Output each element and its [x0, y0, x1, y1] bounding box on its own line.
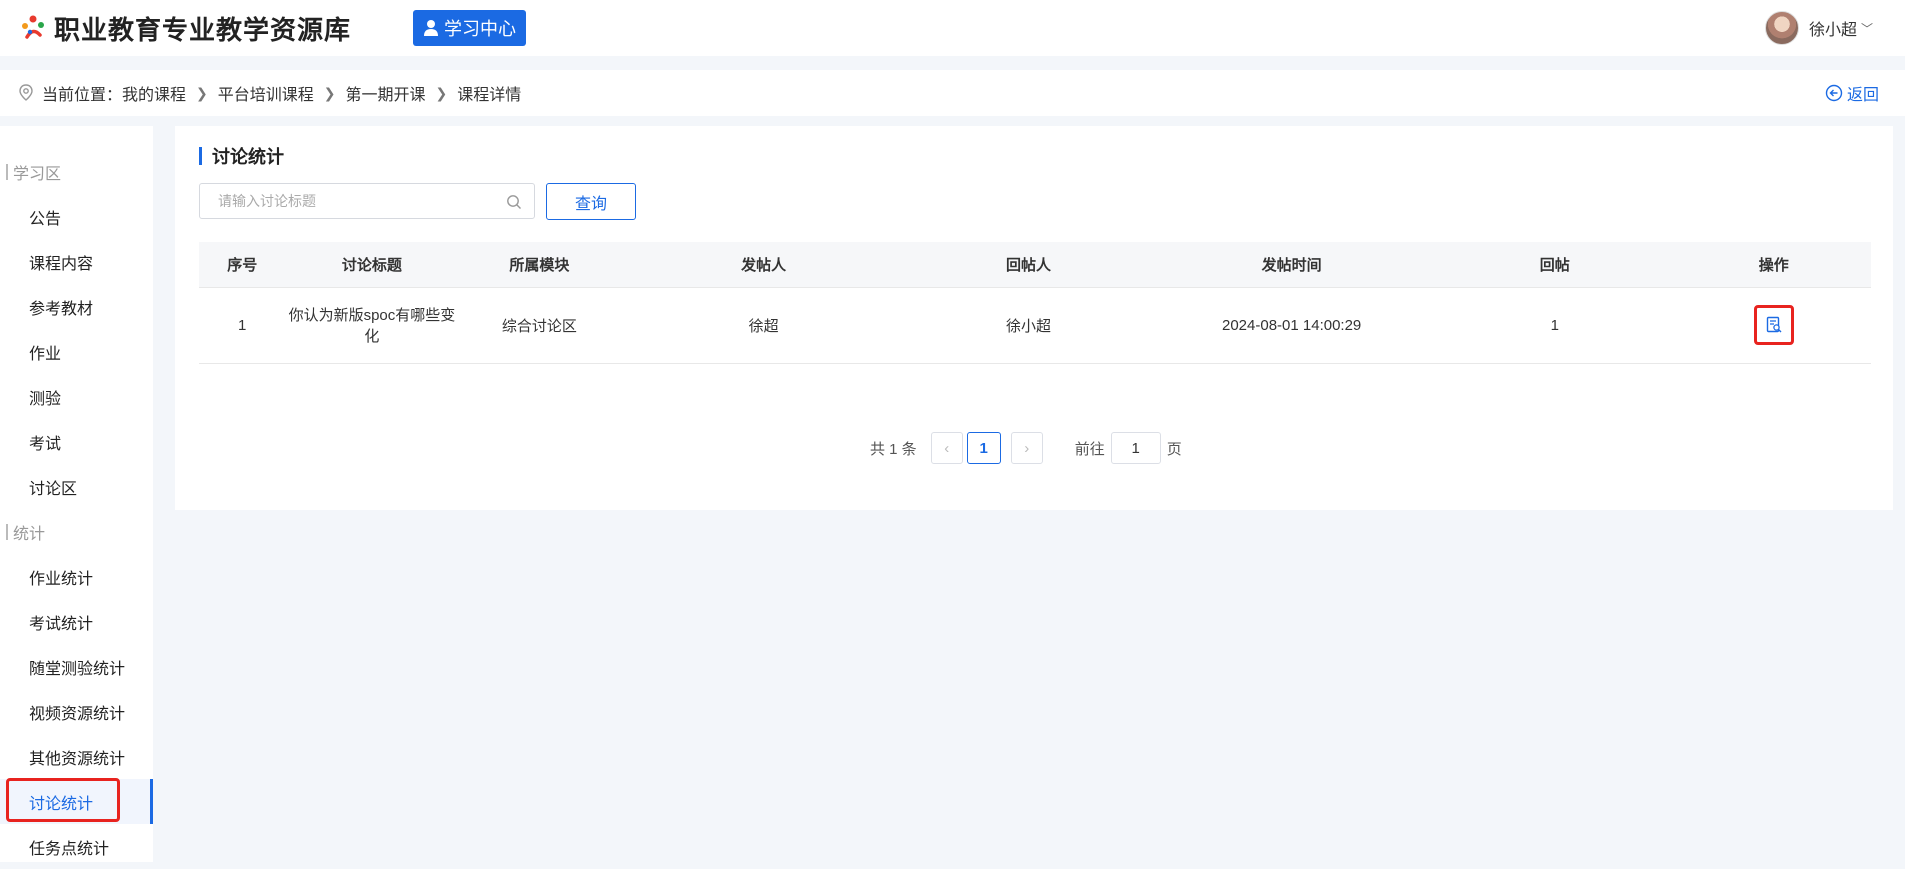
table-header-row: 序号 讨论标题 所属模块 发帖人 回帖人 发帖时间 回帖 操作 [199, 242, 1871, 288]
sidebar-item-discussion[interactable]: 讨论区 [0, 464, 153, 509]
sidebar-group-label: 学习区 [13, 165, 62, 183]
learning-center-button[interactable]: 学习中心 [413, 10, 527, 46]
view-detail-button[interactable] [1753, 305, 1794, 345]
sidebar-item-task-point-stats[interactable]: 任务点统计 [0, 824, 153, 869]
next-page-button[interactable]: › [1010, 432, 1043, 464]
cell-post-time: 2024-08-01 14:00:29 [1150, 287, 1434, 364]
goto-page-input[interactable] [1110, 432, 1161, 464]
sidebar-item-video-resource-stats[interactable]: 视频资源统计 [0, 689, 153, 734]
sidebar-item-announcement[interactable]: 公告 [0, 194, 153, 239]
col-header-replier: 回帖人 [906, 242, 1151, 288]
logo-icon [22, 15, 44, 39]
site-logo[interactable]: 职业教育专业教学资源库 [18, 10, 351, 47]
breadcrumb: 当前位置： 我的课程 ❯ 平台培训课程 ❯ 第一期开课 ❯ 课程详情 返回 [0, 70, 1905, 116]
cell-poster: 徐超 [620, 287, 907, 364]
sidebar-item-inclass-quiz-stats[interactable]: 随堂测验统计 [0, 644, 153, 689]
sidebar-item-other-resource-stats[interactable]: 其他资源统计 [0, 734, 153, 779]
pagination: 共 1 条 ‹ 1 › 前往 页 [870, 432, 1182, 464]
goto-label: 前往 [1074, 440, 1105, 458]
cell-module: 综合讨论区 [458, 287, 621, 364]
sidebar-item-exam-stats[interactable]: 考试统计 [0, 599, 153, 644]
sidebar: 学习区 公告 课程内容 参考教材 作业 测验 考试 讨论区 统计 作业统计 考试… [0, 126, 153, 862]
col-header-actions: 操作 [1676, 242, 1871, 288]
breadcrumb-prefix: 当前位置： [42, 87, 123, 104]
view-detail-icon [1766, 316, 1782, 333]
col-header-poster: 发帖人 [620, 242, 907, 288]
page-number-current[interactable]: 1 [966, 432, 1001, 464]
cell-replier: 徐小超 [906, 287, 1151, 364]
sidebar-item-quiz[interactable]: 测验 [0, 374, 153, 419]
col-header-replies: 回帖 [1433, 242, 1677, 288]
chevron-left-icon: ‹ [944, 439, 950, 457]
site-title: 职业教育专业教学资源库 [54, 14, 352, 45]
breadcrumb-item-my-courses[interactable]: 我的课程 [122, 81, 186, 105]
sidebar-item-exam[interactable]: 考试 [0, 419, 153, 464]
prev-page-button[interactable]: ‹ [930, 432, 963, 464]
sidebar-group-label: 统计 [13, 525, 46, 543]
cell-actions [1676, 287, 1871, 364]
sidebar-group-stats: 统计 [0, 509, 153, 554]
col-header-module: 所属模块 [458, 242, 621, 288]
col-header-index: 序号 [199, 242, 286, 288]
chevron-right-icon: ❯ [323, 84, 336, 101]
sidebar-item-course-content[interactable]: 课程内容 [0, 239, 153, 284]
cell-title: 你认为新版spoc有哪些变化 [285, 287, 459, 364]
user-icon [424, 20, 439, 36]
chevron-right-icon: › [1024, 439, 1030, 457]
breadcrumb-item-first-session[interactable]: 第一期开课 [346, 81, 426, 105]
query-button[interactable]: 查询 [546, 183, 636, 220]
search-icon[interactable] [506, 194, 522, 210]
location-icon [19, 84, 33, 101]
col-header-title: 讨论标题 [285, 242, 459, 288]
page-suffix: 页 [1166, 440, 1182, 458]
sidebar-group-study: 学习区 [0, 149, 153, 194]
sidebar-item-reference-material[interactable]: 参考教材 [0, 284, 153, 329]
chevron-right-icon: ❯ [196, 84, 208, 101]
chevron-down-icon: ﹀ [1861, 21, 1874, 36]
page-title-text: 讨论统计 [212, 147, 284, 167]
breadcrumb-item-course-detail: 课程详情 [457, 87, 522, 104]
back-arrow-icon [1825, 84, 1843, 102]
top-header: 职业教育专业教学资源库 学习中心 徐小超 ﹀ [0, 0, 1905, 56]
user-name: 徐小超 [1809, 22, 1858, 39]
chevron-right-icon: ❯ [435, 84, 448, 101]
sidebar-item-homework[interactable]: 作业 [0, 329, 153, 374]
user-menu[interactable]: 徐小超 ﹀ [1765, 0, 1905, 56]
cell-index: 1 [199, 287, 286, 364]
learning-center-label: 学习中心 [444, 19, 517, 39]
avatar[interactable] [1765, 11, 1799, 45]
search-box[interactable] [199, 183, 535, 219]
discussion-table: 序号 讨论标题 所属模块 发帖人 回帖人 发帖时间 回帖 操作 1 你认为新版s… [199, 242, 1871, 364]
page-title: 讨论统计 [199, 146, 284, 167]
pagination-total: 共 1 条 [870, 440, 917, 458]
cell-replies: 1 [1433, 287, 1677, 364]
table-row: 1 你认为新版spoc有哪些变化 综合讨论区 徐超 徐小超 2024-08-01… [199, 287, 1871, 364]
sidebar-item-homework-stats[interactable]: 作业统计 [0, 554, 153, 599]
col-header-post-time: 发帖时间 [1150, 242, 1434, 288]
back-button[interactable]: 返回 [1825, 70, 1879, 116]
breadcrumb-item-platform-course[interactable]: 平台培训课程 [218, 81, 314, 105]
discussion-stats-panel: 讨论统计 查询 序号 讨论标题 所属模块 发帖人 回帖人 发帖时间 回帖 操作 [175, 126, 1893, 510]
back-label: 返回 [1846, 87, 1879, 104]
sidebar-item-discussion-stats[interactable]: 讨论统计 [0, 779, 153, 824]
search-input[interactable] [216, 192, 506, 210]
